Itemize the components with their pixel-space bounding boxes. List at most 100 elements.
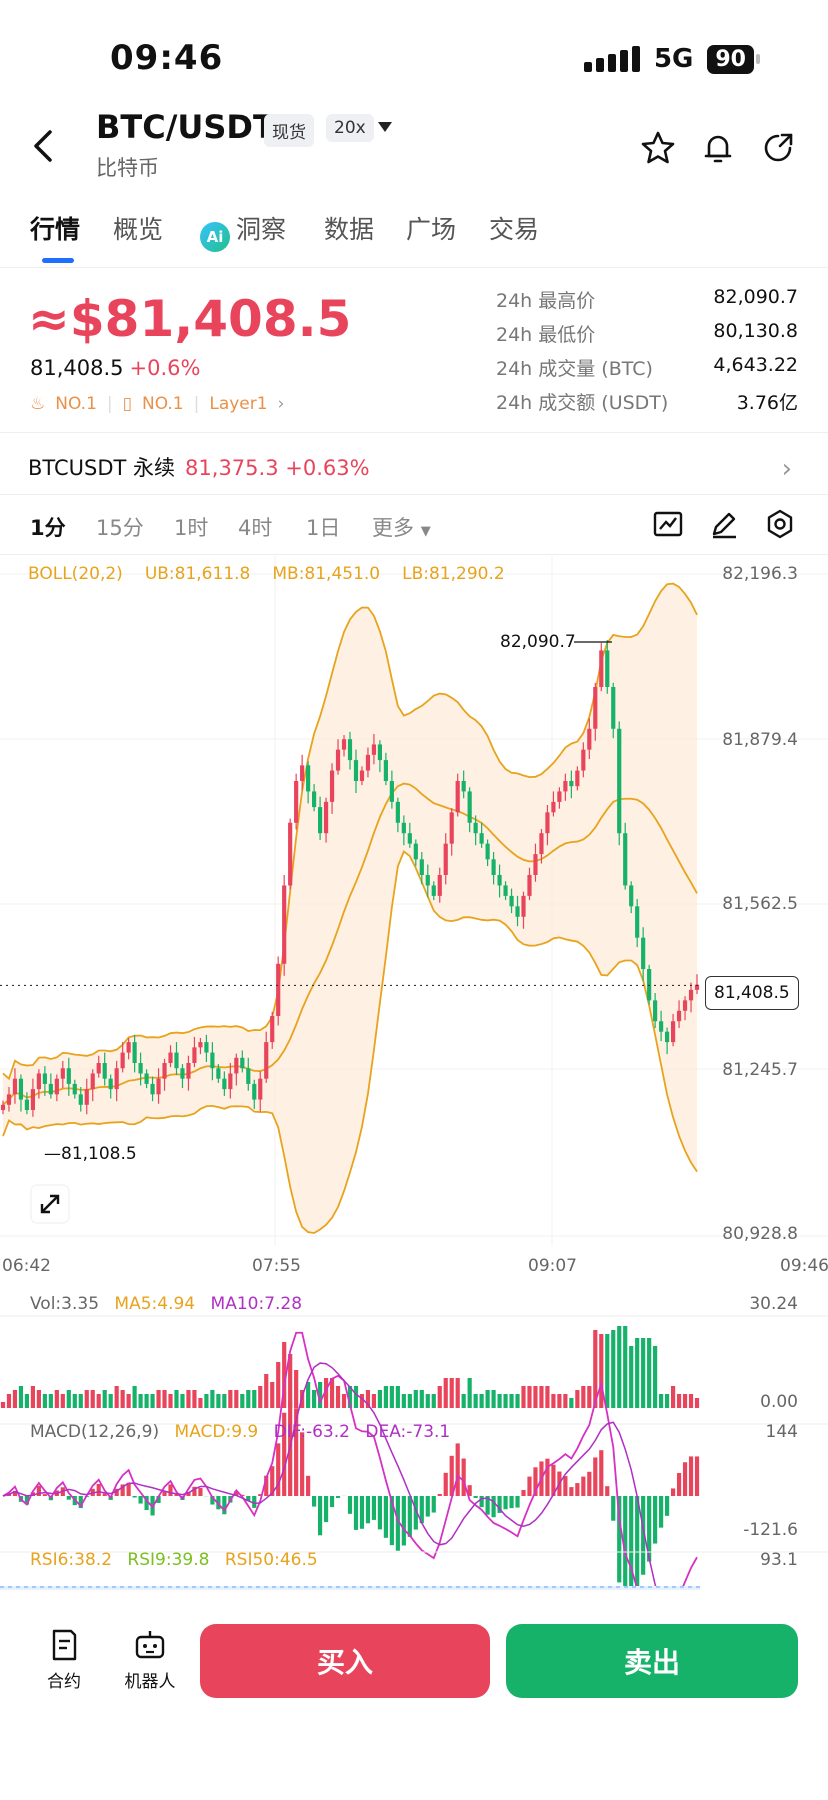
buy-button[interactable]: 买入 [200,1624,490,1698]
candle-body [617,728,622,834]
candle-body [204,1042,209,1053]
tab-trade[interactable]: 交易 [489,210,539,246]
candle-body [629,885,634,907]
perp-row[interactable]: BTCUSDT 永续 81,375.3 +0.63% [28,452,370,482]
bell-icon[interactable] [700,130,736,166]
volume-bar [581,1386,586,1408]
y-tick-label: 82,196.3 [722,564,798,584]
volume-bar [246,1390,251,1408]
volume-bar [204,1394,209,1408]
perp-label: BTCUSDT 永续 [28,456,176,480]
macd-bar [306,1475,311,1496]
star-icon[interactable] [640,130,676,166]
tab-insight[interactable]: Ai 洞察 [200,210,286,252]
candle-body [12,1078,18,1095]
candle-body [138,1063,143,1074]
volume-bar [60,1394,65,1408]
candle-body [270,1016,275,1043]
macd-legend: MACD(12,26,9) MACD:9.9 DIF:-63.2 DEA:-73… [30,1422,451,1442]
ai-icon: Ai [200,222,230,252]
macd-bar [347,1496,353,1514]
macd-bar [461,1458,466,1496]
candle-body [0,1104,6,1111]
volume-bar [186,1390,191,1408]
candle-body [353,760,359,781]
volume-bar [479,1394,484,1408]
macd-bar [276,1443,281,1496]
macd-bar [455,1443,460,1496]
last-price: 81,408.5 +0.6% [30,356,201,380]
expand-icon[interactable] [30,1184,70,1224]
robot-button[interactable]: 机器人 [110,1628,190,1692]
volume-bar [569,1398,574,1408]
candle-body [114,1068,119,1090]
tf-more[interactable]: 更多 ▼ [372,512,431,542]
settings-icon[interactable] [764,508,796,540]
volume-bar [66,1390,71,1408]
volume-bar [515,1394,520,1408]
macd-bar [425,1496,430,1517]
candle-body [192,1047,197,1064]
volume-bar [294,1370,299,1408]
volume-bar [473,1394,478,1408]
stats-panel: 24h 最高价 82,090.7 24h 最低价 80,130.8 24h 成交量 … [496,286,798,422]
tf-4h[interactable]: 4时 [238,512,272,542]
back-icon[interactable] [28,126,58,166]
chevron-right-icon[interactable]: › [782,454,792,484]
chart-icon: ▯ [122,394,132,414]
candle-body [575,770,580,787]
volume-bar [395,1386,400,1408]
volume-bar [425,1394,430,1408]
rank-mcap: NO.1 [141,394,184,414]
candle-body [563,780,568,792]
main-price: ≈$81,408.5 [28,290,352,348]
tf-1m[interactable]: 1分 [30,512,66,542]
candle-body [359,770,365,781]
stat-row: 24h 成交额 (USDT) 3.76亿 [496,392,798,414]
candle-body [300,765,305,781]
chevron-right-icon: › [277,394,285,414]
candle-body [240,1057,245,1069]
candle-body [623,833,628,886]
volume-bar [174,1390,179,1408]
contract-button[interactable]: 合约 [24,1628,104,1692]
tf-15m[interactable]: 15分 [96,512,144,542]
x-tick-label: 09:46 [780,1256,828,1276]
candle-body [641,937,646,970]
volume-bar [419,1390,424,1408]
tab-square[interactable]: 广场 [406,210,456,246]
volume-bar [222,1394,227,1408]
candle-body [234,1057,239,1074]
macd-bar [509,1496,514,1509]
volume-bar [252,1390,257,1408]
tf-1d[interactable]: 1日 [306,512,340,542]
tf-1h[interactable]: 1时 [174,512,208,542]
pair-title[interactable]: BTC/USDT [96,108,275,146]
volume-bar [629,1346,634,1408]
candle-body [306,765,311,792]
candle-body [515,906,520,917]
candle-body [347,739,353,761]
rank-row[interactable]: ♨ NO.1 | ▯ NO.1 | Layer1 › [30,394,284,414]
candle-body [665,1031,670,1043]
candle-body [497,874,502,886]
macd-bar [611,1496,616,1521]
tab-overview[interactable]: 概览 [113,210,163,246]
volume-bar [234,1390,239,1408]
macd-bar [665,1496,670,1516]
candle-body [473,822,478,834]
macd-bar [335,1496,341,1498]
pencil-icon[interactable] [708,508,740,540]
chart-type-icon[interactable] [652,508,684,540]
chevron-down-icon[interactable] [378,122,392,132]
share-icon[interactable] [760,130,796,166]
volume-bar [138,1394,143,1408]
sell-button[interactable]: 卖出 [506,1624,798,1698]
tab-data[interactable]: 数据 [324,210,374,246]
volume-bar [509,1394,514,1408]
candle-body [312,791,317,808]
candle-body [156,1078,161,1095]
volume-bar [635,1338,640,1408]
volume-bar [258,1386,263,1408]
tab-market[interactable]: 行情 [30,210,80,246]
